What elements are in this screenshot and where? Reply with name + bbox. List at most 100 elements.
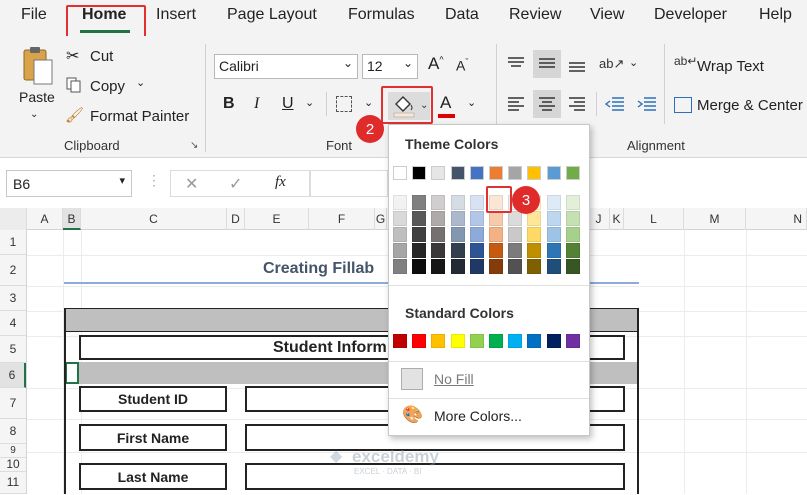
- borders-dropdown-icon[interactable]: ⌄: [364, 96, 373, 109]
- theme-color-swatch[interactable]: [527, 166, 542, 180]
- theme-shade-swatch[interactable]: [546, 227, 561, 242]
- column-header-e[interactable]: E: [245, 208, 309, 230]
- theme-shade-swatch[interactable]: [393, 259, 407, 274]
- theme-color-swatch[interactable]: [431, 166, 446, 180]
- standard-color-swatch[interactable]: [431, 334, 446, 348]
- theme-shade-swatch[interactable]: [431, 243, 446, 258]
- column-header-m[interactable]: M: [684, 208, 746, 230]
- increase-font-size-icon[interactable]: A^: [428, 54, 444, 74]
- row-header-7[interactable]: 7: [0, 388, 26, 419]
- more-colors-item[interactable]: 🎨 More Colors...: [393, 403, 587, 431]
- standard-color-swatch[interactable]: [565, 334, 580, 348]
- enter-icon[interactable]: ✓: [229, 174, 242, 194]
- standard-color-swatch[interactable]: [527, 334, 542, 348]
- no-fill-item[interactable]: No Fill: [393, 365, 587, 395]
- italic-button[interactable]: I: [254, 95, 259, 113]
- theme-color-swatch[interactable]: [508, 166, 523, 180]
- theme-shade-swatch[interactable]: [431, 195, 446, 210]
- theme-shade-swatch[interactable]: [469, 211, 484, 226]
- theme-shade-swatch[interactable]: [393, 227, 407, 242]
- theme-shade-swatch[interactable]: [412, 243, 427, 258]
- column-header-l[interactable]: L: [624, 208, 684, 230]
- theme-shade-swatch[interactable]: [546, 195, 561, 210]
- theme-shade-swatch[interactable]: [546, 259, 561, 274]
- theme-color-swatch[interactable]: [565, 166, 580, 180]
- theme-shade-swatch[interactable]: [393, 195, 407, 210]
- theme-shade-swatch[interactable]: [565, 243, 580, 258]
- tab-help[interactable]: Help: [759, 6, 792, 24]
- theme-shade-swatch[interactable]: [508, 227, 523, 242]
- column-header-b[interactable]: B: [63, 208, 81, 230]
- theme-shade-swatch[interactable]: [489, 227, 503, 242]
- cut-button[interactable]: Cut: [90, 48, 113, 65]
- insert-function-icon[interactable]: fx: [275, 174, 286, 191]
- row-header-6[interactable]: 6: [0, 363, 26, 388]
- theme-shade-swatch[interactable]: [412, 227, 427, 242]
- wrap-text-button[interactable]: Wrap Text: [697, 58, 764, 75]
- standard-color-swatch[interactable]: [469, 334, 484, 348]
- align-center-button[interactable]: [533, 90, 561, 118]
- theme-shade-swatch[interactable]: [450, 227, 465, 242]
- merge-center-button[interactable]: Merge & Center: [697, 97, 803, 114]
- standard-color-swatch[interactable]: [393, 334, 407, 348]
- theme-shade-swatch[interactable]: [412, 211, 427, 226]
- standard-color-swatch[interactable]: [546, 334, 561, 348]
- cancel-icon[interactable]: ✕: [185, 174, 198, 194]
- theme-shade-swatch[interactable]: [469, 259, 484, 274]
- tab-page-layout[interactable]: Page Layout: [227, 6, 317, 24]
- theme-shade-swatch[interactable]: [527, 259, 542, 274]
- tab-file[interactable]: File: [21, 6, 47, 24]
- theme-shade-swatch[interactable]: [469, 227, 484, 242]
- column-header-d[interactable]: D: [227, 208, 245, 230]
- standard-color-swatch[interactable]: [412, 334, 427, 348]
- font-color-dropdown-icon[interactable]: ⌄: [467, 96, 476, 109]
- decrease-font-size-icon[interactable]: Aˇ: [456, 57, 468, 74]
- theme-shade-swatch[interactable]: [565, 227, 580, 242]
- column-header-g[interactable]: G: [375, 208, 387, 230]
- select-all-corner[interactable]: [0, 208, 27, 230]
- copy-button[interactable]: Copy: [90, 78, 125, 95]
- standard-color-swatch[interactable]: [489, 334, 503, 348]
- orientation-icon[interactable]: ab↗: [599, 56, 624, 72]
- theme-shade-swatch[interactable]: [489, 211, 503, 226]
- theme-color-swatch[interactable]: [546, 166, 561, 180]
- clipboard-launcher-icon[interactable]: ↘: [190, 140, 198, 151]
- copy-dropdown-icon[interactable]: ⌄: [136, 76, 145, 89]
- theme-shade-swatch[interactable]: [527, 227, 542, 242]
- row-header-10[interactable]: 10: [0, 452, 26, 472]
- row-header-5[interactable]: 5: [0, 336, 26, 363]
- paste-button[interactable]: Paste: [19, 89, 55, 105]
- theme-shade-swatch[interactable]: [546, 243, 561, 258]
- theme-shade-swatch[interactable]: [412, 195, 427, 210]
- standard-color-swatch[interactable]: [450, 334, 465, 348]
- paste-dropdown-icon[interactable]: ⌄: [30, 109, 38, 120]
- tab-developer[interactable]: Developer: [654, 6, 727, 24]
- font-color-icon[interactable]: A: [440, 93, 451, 113]
- theme-shade-swatch[interactable]: [450, 195, 465, 210]
- theme-color-swatch[interactable]: [469, 166, 484, 180]
- borders-icon[interactable]: [336, 96, 352, 112]
- theme-shade-swatch[interactable]: [431, 227, 446, 242]
- column-header-a[interactable]: A: [27, 208, 63, 230]
- bold-button[interactable]: B: [223, 95, 235, 113]
- underline-dropdown-icon[interactable]: ⌄: [305, 96, 314, 109]
- theme-shade-swatch[interactable]: [546, 211, 561, 226]
- theme-shade-swatch[interactable]: [508, 211, 523, 226]
- row-header-3[interactable]: 3: [0, 286, 26, 311]
- theme-shade-swatch[interactable]: [469, 195, 484, 210]
- selected-cell-b6[interactable]: [65, 362, 79, 384]
- theme-shade-swatch[interactable]: [450, 259, 465, 274]
- theme-color-swatch[interactable]: [412, 166, 427, 180]
- format-painter-button[interactable]: Format Painter: [90, 108, 189, 125]
- row-header-11[interactable]: 11: [0, 470, 26, 494]
- theme-shade-swatch[interactable]: [527, 243, 542, 258]
- font-size-select[interactable]: 12 ⌄: [362, 54, 418, 79]
- theme-shade-swatch[interactable]: [431, 211, 446, 226]
- increase-indent-icon[interactable]: [636, 94, 658, 114]
- column-header-k[interactable]: K: [610, 208, 624, 230]
- theme-shade-swatch[interactable]: [412, 259, 427, 274]
- formula-input[interactable]: [310, 170, 388, 197]
- row-header-4[interactable]: 4: [0, 311, 26, 336]
- tab-data[interactable]: Data: [445, 6, 479, 24]
- theme-shade-swatch[interactable]: [469, 243, 484, 258]
